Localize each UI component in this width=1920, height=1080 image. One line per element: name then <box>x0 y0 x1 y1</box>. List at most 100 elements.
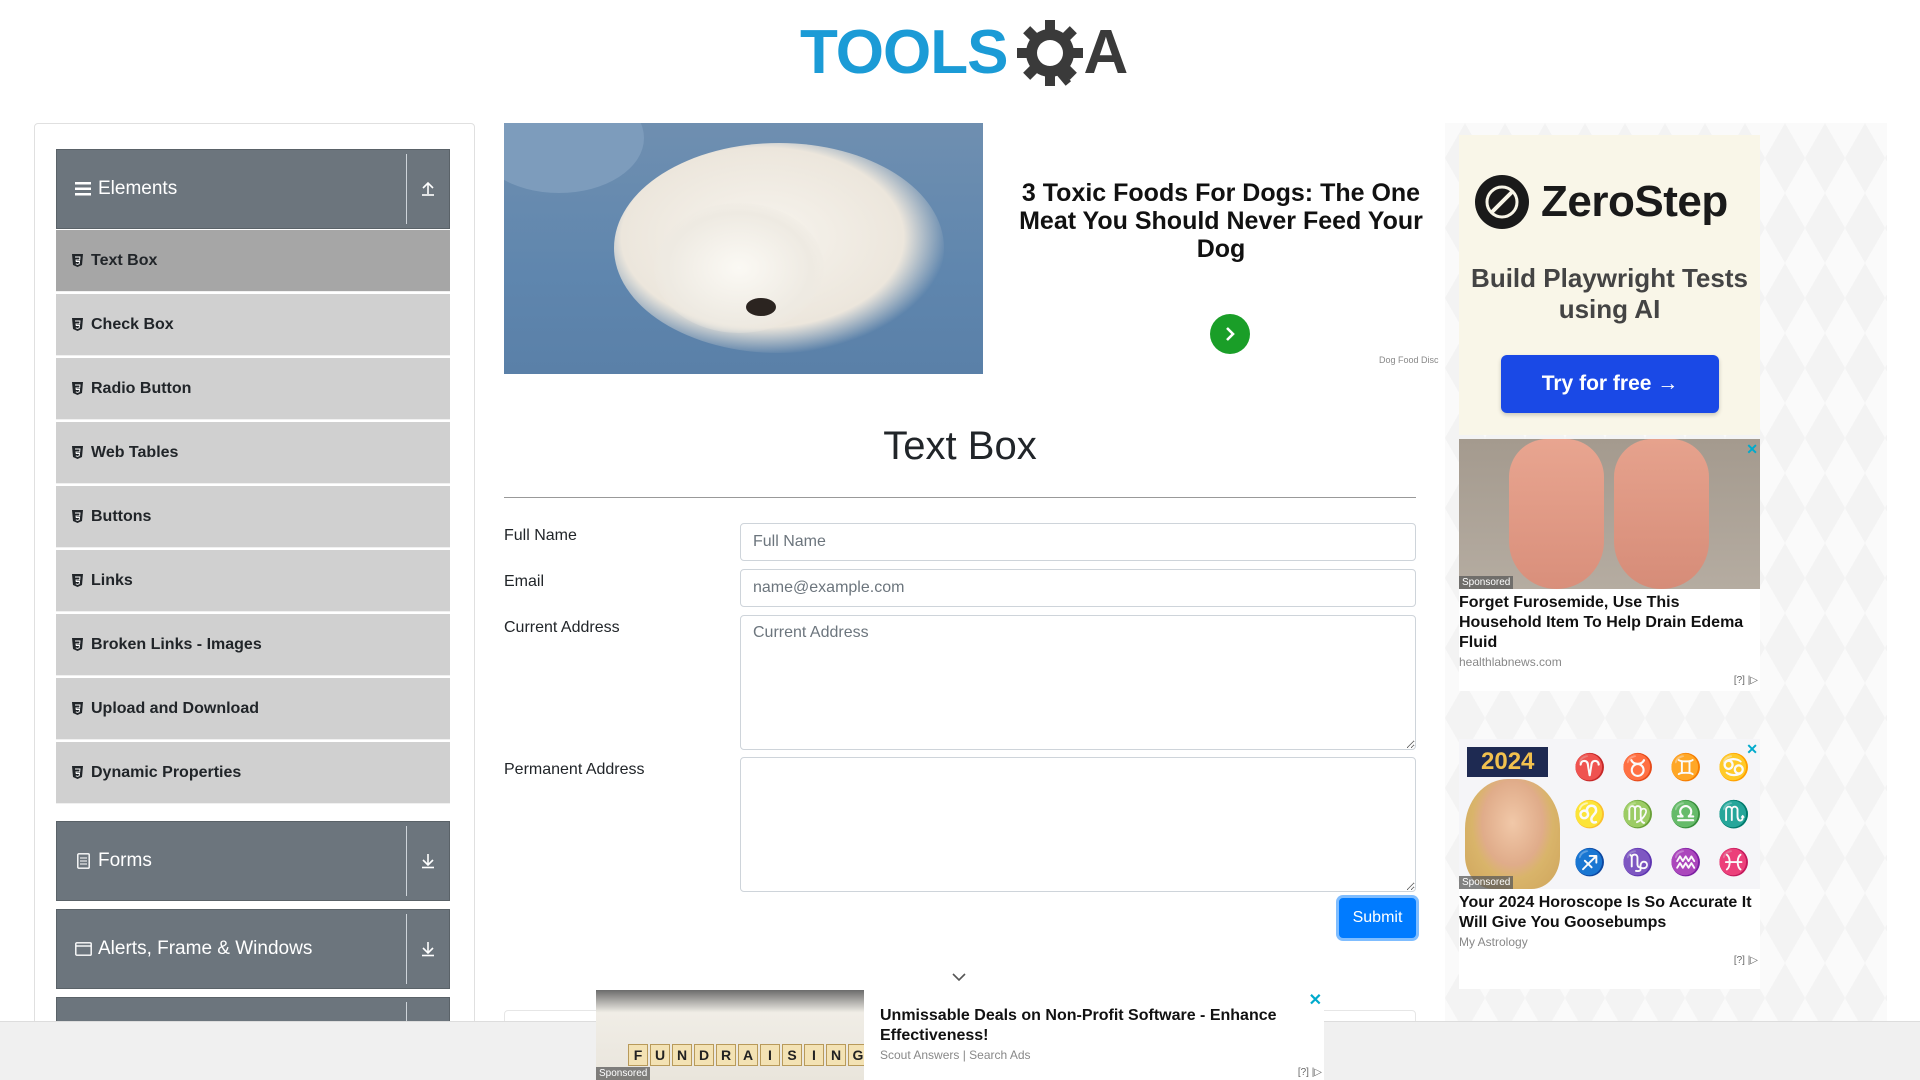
html5-icon <box>71 446 83 460</box>
form-icon <box>74 853 92 869</box>
zodiac-virgo-icon: ♍ <box>1621 799 1655 830</box>
sidebar-item-links[interactable]: Links <box>56 550 450 612</box>
adchoices-icon[interactable]: [?] |▷ <box>1298 1067 1322 1078</box>
close-icon[interactable]: ✕ <box>1746 441 1758 458</box>
chevron-down-icon[interactable] <box>950 970 968 984</box>
current-address-textarea[interactable] <box>740 615 1416 750</box>
ad-image: F U N D R A I S I N G Sponsored <box>596 990 864 1080</box>
submit-button[interactable]: Submit <box>1339 898 1416 938</box>
sidebar-item-label: Dynamic Properties <box>91 763 242 781</box>
full-name-label: Full Name <box>504 527 577 544</box>
window-icon <box>74 941 92 957</box>
adchoices-icon[interactable]: [?] |▷ <box>1734 955 1758 966</box>
sponsored-ad-edema[interactable]: Sponsored ✕ Forget Furosemide, Use This … <box>1459 439 1760 691</box>
group-label: Elements <box>98 178 178 199</box>
sidebar-item-text-box[interactable]: Text Box <box>56 230 450 292</box>
sidebar-item-buttons[interactable]: Buttons <box>56 486 450 548</box>
sidebar-item-label: Upload and Download <box>91 699 259 717</box>
zodiac-aries-icon: ♈ <box>1573 752 1607 783</box>
ad-image: Sponsored ✕ <box>1459 439 1760 589</box>
fundraising-tiles: F U N D R A I S I N G <box>628 1044 864 1066</box>
group-label: Forms <box>98 850 152 871</box>
sidebar-item-label: Broken Links - Images <box>91 635 262 653</box>
sidebar-item-label: Check Box <box>91 315 174 333</box>
zodiac-grid: ♈ ♉ ♊ ♋ ♌ ♍ ♎ ♏ ♐ ♑ ♒ ♓ <box>1567 745 1757 885</box>
ad-source: healthlabnews.com <box>1459 655 1562 669</box>
email-input[interactable] <box>740 569 1416 607</box>
zerostep-ad[interactable]: ZeroStep Build Playwright Tests using AI… <box>1459 135 1760 435</box>
zodiac-capricorn-icon: ♑ <box>1621 846 1655 877</box>
hamburger-icon <box>74 181 92 197</box>
html5-icon <box>71 510 83 524</box>
permanent-address-textarea[interactable] <box>740 757 1416 892</box>
title-divider <box>504 497 1416 498</box>
sidebar-item-broken-links[interactable]: Broken Links - Images <box>56 614 450 676</box>
zodiac-libra-icon: ♎ <box>1669 799 1703 830</box>
ad-source: Scout Answers | Search Ads <box>880 1048 1031 1062</box>
close-icon[interactable]: ✕ <box>1746 741 1758 758</box>
full-name-input[interactable] <box>740 523 1416 561</box>
expand-down-icon[interactable] <box>406 914 449 984</box>
collapse-up-icon[interactable] <box>406 154 449 224</box>
zodiac-gemini-icon: ♊ <box>1669 752 1703 783</box>
expand-down-icon[interactable] <box>406 826 449 896</box>
sponsored-badge: Sponsored <box>596 1067 651 1080</box>
group-header-alerts-frame-windows[interactable]: Alerts, Frame & Windows <box>56 909 450 989</box>
group-label: Alerts, Frame & Windows <box>98 938 313 959</box>
sidebar-item-web-tables[interactable]: Web Tables <box>56 422 450 484</box>
zerostep-brand: ZeroStep <box>1541 177 1728 226</box>
ad-headline[interactable]: 3 Toxic Foods For Dogs: The One Meat You… <box>1004 179 1438 263</box>
zerostep-logo-icon <box>1475 175 1529 229</box>
logo-text: TOOLS <box>800 18 1008 87</box>
sponsored-badge: Sponsored <box>1459 576 1514 589</box>
bottom-sponsored-ad[interactable]: F U N D R A I S I N G Sponsored Unmissab… <box>596 990 1324 1080</box>
zodiac-pisces-icon: ♓ <box>1717 846 1751 877</box>
zodiac-leo-icon: ♌ <box>1573 799 1607 830</box>
ad-source: My Astrology <box>1459 935 1528 949</box>
html5-icon <box>71 702 83 716</box>
woman-photo <box>1465 779 1560 889</box>
html5-icon <box>71 382 83 396</box>
permanent-address-label: Permanent Address <box>504 761 645 778</box>
ad-source: Dog Food Disc <box>1379 355 1439 365</box>
top-ad[interactable]: 3 Toxic Foods For Dogs: The One Meat You… <box>504 123 1442 374</box>
horoscope-year: 2024 <box>1467 747 1549 777</box>
gear-icon <box>1011 14 1089 92</box>
sidebar-item-label: Links <box>91 571 133 589</box>
sidebar-item-label: Web Tables <box>91 443 179 461</box>
html5-icon <box>71 318 83 332</box>
ad-arrow-right-icon[interactable] <box>1210 314 1250 354</box>
logo-letter: A <box>1083 18 1129 87</box>
sidebar-item-label: Text Box <box>91 251 158 269</box>
zodiac-scorpio-icon: ♏ <box>1717 799 1751 830</box>
try-for-free-button[interactable]: Try for free → <box>1501 355 1719 413</box>
email-label: Email <box>504 573 545 590</box>
ad-title[interactable]: Forget Furosemide, Use This Household It… <box>1459 589 1760 653</box>
sidebar-item-label: Buttons <box>91 507 152 525</box>
ad-title[interactable]: Your 2024 Horoscope Is So Accurate It Wi… <box>1459 889 1760 933</box>
html5-icon <box>71 766 83 780</box>
close-icon[interactable]: ✕ <box>1309 990 1322 1010</box>
toolsqa-logo[interactable]: TOOLS A <box>800 14 1129 92</box>
page-title: Text Box <box>883 424 1037 468</box>
current-address-label: Current Address <box>504 619 620 636</box>
html5-icon <box>71 638 83 652</box>
zodiac-taurus-icon: ♉ <box>1621 752 1655 783</box>
zodiac-aquarius-icon: ♒ <box>1669 846 1703 877</box>
group-header-forms[interactable]: Forms <box>56 821 450 901</box>
dog-photo <box>504 123 983 374</box>
sidebar-item-label: Radio Button <box>91 379 192 397</box>
zodiac-sagittarius-icon: ♐ <box>1573 846 1607 877</box>
ad-image: 2024 ♈ ♉ ♊ ♋ ♌ ♍ ♎ ♏ ♐ ♑ ♒ ♓ Sponsored ✕ <box>1459 739 1760 889</box>
sidebar: Elements Text Box Check Box Radio Button… <box>34 123 475 1080</box>
zerostep-tagline: Build Playwright Tests using AI <box>1471 263 1748 324</box>
sidebar-item-upload-download[interactable]: Upload and Download <box>56 678 450 740</box>
sidebar-item-dynamic-properties[interactable]: Dynamic Properties <box>56 742 450 804</box>
adchoices-icon[interactable]: [?] |▷ <box>1734 675 1758 686</box>
sidebar-item-check-box[interactable]: Check Box <box>56 294 450 356</box>
html5-icon <box>71 574 83 588</box>
sidebar-item-radio-button[interactable]: Radio Button <box>56 358 450 420</box>
group-header-elements[interactable]: Elements <box>56 149 450 229</box>
ad-title[interactable]: Unmissable Deals on Non-Profit Software … <box>880 1006 1300 1046</box>
sponsored-ad-horoscope[interactable]: 2024 ♈ ♉ ♊ ♋ ♌ ♍ ♎ ♏ ♐ ♑ ♒ ♓ Sponsored ✕… <box>1459 739 1760 989</box>
